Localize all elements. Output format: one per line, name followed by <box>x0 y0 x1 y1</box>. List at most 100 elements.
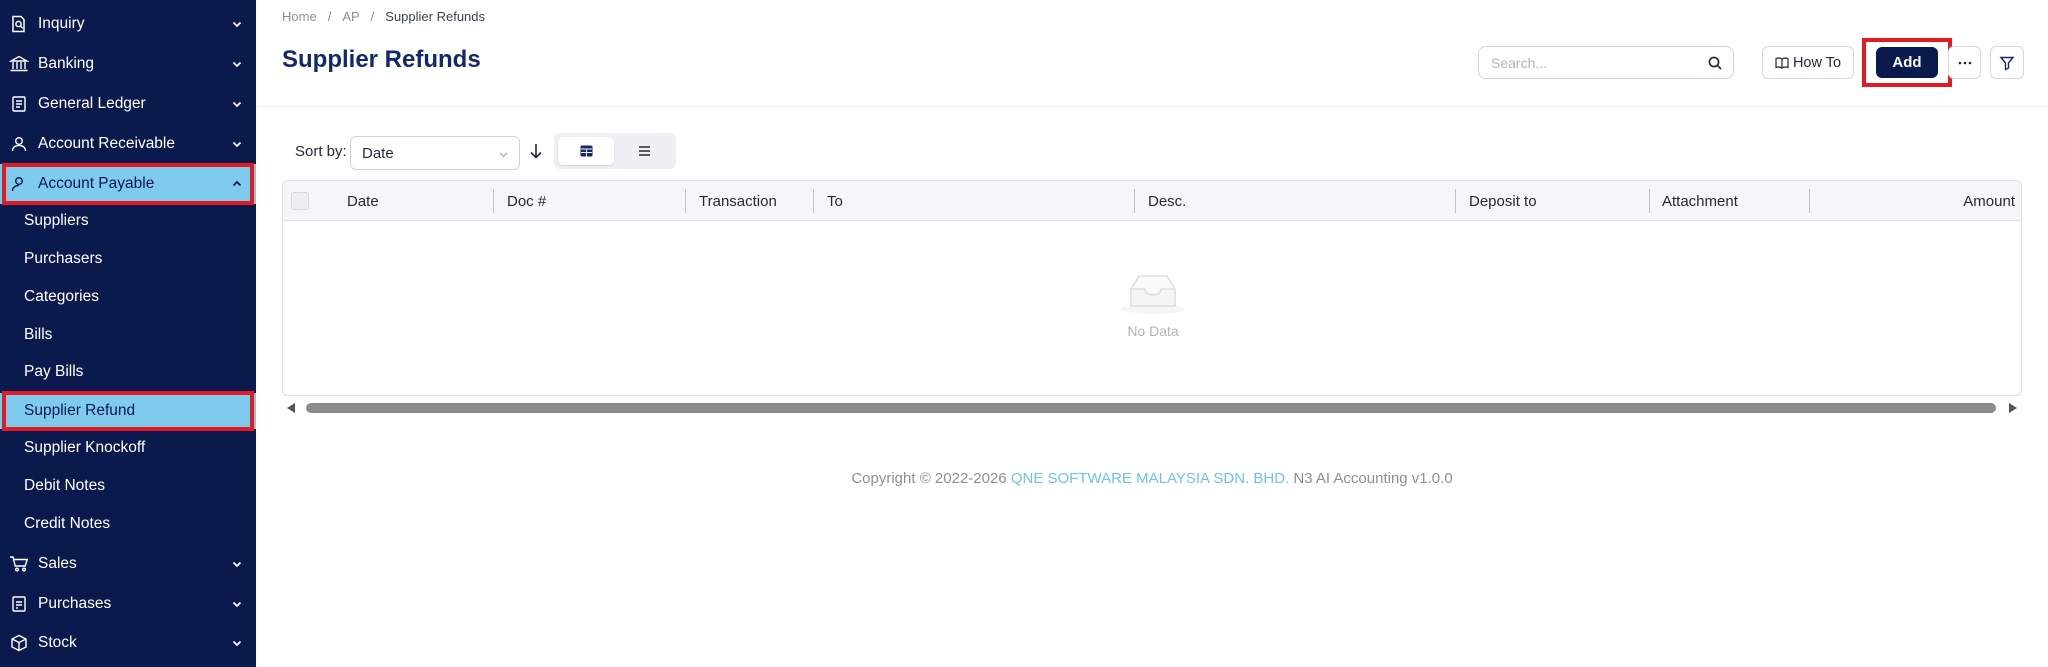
chevron-down-icon <box>232 141 242 148</box>
column-separator <box>493 189 494 213</box>
search-icon[interactable] <box>1707 55 1723 71</box>
sidebar-item-suppliers[interactable]: Suppliers <box>0 203 256 239</box>
footer-copyright: Copyright © 2022-2026 <box>851 470 1011 487</box>
view-toggle <box>554 133 676 169</box>
breadcrumb-ap[interactable]: AP <box>342 9 359 24</box>
chevron-down-icon <box>232 561 242 568</box>
column-header-doc-number[interactable]: Doc # <box>507 181 546 221</box>
sidebar-item-purchasers[interactable]: Purchasers <box>0 241 256 277</box>
more-options-button[interactable] <box>1948 46 1981 79</box>
sidebar-item-supplier-refund[interactable]: Supplier Refund <box>0 393 256 429</box>
horizontal-scrollbar[interactable] <box>282 399 2022 417</box>
sidebar-group-banking[interactable]: Banking <box>0 44 256 84</box>
sidebar-item-credit-notes[interactable]: Credit Notes <box>0 506 256 542</box>
column-separator <box>1809 189 1810 213</box>
data-table: Date Doc # Transaction To Desc. Deposit … <box>282 180 2022 396</box>
sidebar-group-general-ledger[interactable]: General Ledger <box>0 84 256 124</box>
breadcrumb-home[interactable]: Home <box>282 9 317 24</box>
column-header-amount[interactable]: Amount <box>1963 181 2015 221</box>
scroll-right-icon[interactable] <box>2008 402 2018 414</box>
table-view-button[interactable] <box>558 137 614 165</box>
sidebar-item-supplier-knockoff[interactable]: Supplier Knockoff <box>0 430 256 466</box>
sidebar-group-label: General Ledger <box>38 95 146 112</box>
receivable-icon <box>9 134 29 154</box>
sidebar-group-label: Stock <box>38 634 77 651</box>
sidebar-group-stock[interactable]: Stock <box>0 623 256 663</box>
breadcrumb-separator: / <box>327 9 332 24</box>
sidebar-group-label: Inquiry <box>38 15 85 32</box>
how-to-label: How To <box>1792 54 1842 71</box>
filter-icon <box>1999 56 2015 71</box>
bank-icon <box>9 54 29 74</box>
column-header-deposit-to[interactable]: Deposit to <box>1469 181 1537 221</box>
column-header-date[interactable]: Date <box>347 181 379 221</box>
list-view-icon <box>638 146 650 156</box>
sidebar-group-label: Account Receivable <box>38 135 175 152</box>
column-header-attachment[interactable]: Attachment <box>1662 181 1738 221</box>
ellipsis-icon <box>1958 61 1971 64</box>
sidebar-item-bills[interactable]: Bills <box>0 317 256 353</box>
sort-select[interactable]: Date <box>350 136 520 170</box>
page-title: Supplier Refunds <box>282 46 481 73</box>
chevron-up-icon <box>232 180 242 187</box>
search-box <box>1478 46 1734 79</box>
breadcrumb-current: Supplier Refunds <box>385 9 486 24</box>
sort-label: Sort by: <box>295 143 347 160</box>
cart-icon <box>9 554 29 574</box>
column-header-transaction[interactable]: Transaction <box>699 181 777 221</box>
breadcrumb-separator: / <box>370 9 375 24</box>
add-button[interactable]: Add <box>1876 47 1938 78</box>
sidebar-group-label: Purchases <box>38 595 112 612</box>
select-all-checkbox[interactable] <box>291 192 309 210</box>
inquiry-icon <box>9 14 29 34</box>
breadcrumb: Home / AP / Supplier Refunds <box>282 9 485 24</box>
book-icon <box>1775 56 1789 70</box>
column-separator <box>1649 189 1650 213</box>
sidebar-group-label: Banking <box>38 55 95 72</box>
column-header-desc[interactable]: Desc. <box>1148 181 1186 221</box>
main-content: Home / AP / Supplier Refunds Supplier Re… <box>256 0 2048 667</box>
how-to-button[interactable]: How To <box>1762 46 1854 79</box>
sort-direction-icon[interactable] <box>528 142 544 160</box>
sidebar-item-debit-notes[interactable]: Debit Notes <box>0 468 256 504</box>
payable-icon <box>9 174 29 194</box>
column-separator <box>813 189 814 213</box>
sort-value: Date <box>362 144 394 162</box>
chevron-down-icon <box>499 152 508 158</box>
empty-state: No Data <box>283 221 2021 395</box>
sidebar-group-inquiry[interactable]: Inquiry <box>0 4 256 44</box>
sidebar: Inquiry Banking General Ledger Account R… <box>0 0 256 667</box>
footer: Copyright © 2022-2026 QNE SOFTWARE MALAY… <box>256 470 2048 487</box>
chevron-down-icon <box>232 61 242 68</box>
purchases-icon <box>9 594 29 614</box>
sidebar-group-purchases[interactable]: Purchases <box>0 584 256 624</box>
sidebar-group-label: Sales <box>38 555 77 572</box>
filter-button[interactable] <box>1990 46 2024 79</box>
table-header: Date Doc # Transaction To Desc. Deposit … <box>283 181 2021 221</box>
scrollbar-thumb[interactable] <box>306 403 1996 413</box>
column-header-to[interactable]: To <box>827 181 843 221</box>
list-view-button[interactable] <box>616 137 672 165</box>
sidebar-group-label: Account Payable <box>38 175 155 192</box>
footer-version: N3 AI Accounting v1.0.0 <box>1289 470 1453 487</box>
search-input[interactable] <box>1479 47 1689 78</box>
app-root: Inquiry Banking General Ledger Account R… <box>0 0 2048 667</box>
empty-state-text: No Data <box>1127 323 1179 339</box>
sidebar-group-sales[interactable]: Sales <box>0 544 256 584</box>
chevron-down-icon <box>232 21 242 28</box>
scroll-left-icon[interactable] <box>286 402 296 414</box>
table-view-icon <box>580 145 592 157</box>
header-divider <box>256 106 2048 107</box>
sidebar-group-account-receivable[interactable]: Account Receivable <box>0 124 256 164</box>
sidebar-item-categories[interactable]: Categories <box>0 279 256 315</box>
column-separator <box>685 189 686 213</box>
sidebar-item-pay-bills[interactable]: Pay Bills <box>0 354 256 390</box>
box-icon <box>9 633 29 653</box>
chevron-down-icon <box>232 601 242 608</box>
column-separator <box>1455 189 1456 213</box>
column-separator <box>1134 189 1135 213</box>
sidebar-group-account-payable[interactable]: Account Payable <box>0 164 256 204</box>
footer-company-link[interactable]: QNE SOFTWARE MALAYSIA SDN. BHD. <box>1011 470 1289 487</box>
empty-inbox-icon <box>1121 275 1185 314</box>
chevron-down-icon <box>232 640 242 647</box>
